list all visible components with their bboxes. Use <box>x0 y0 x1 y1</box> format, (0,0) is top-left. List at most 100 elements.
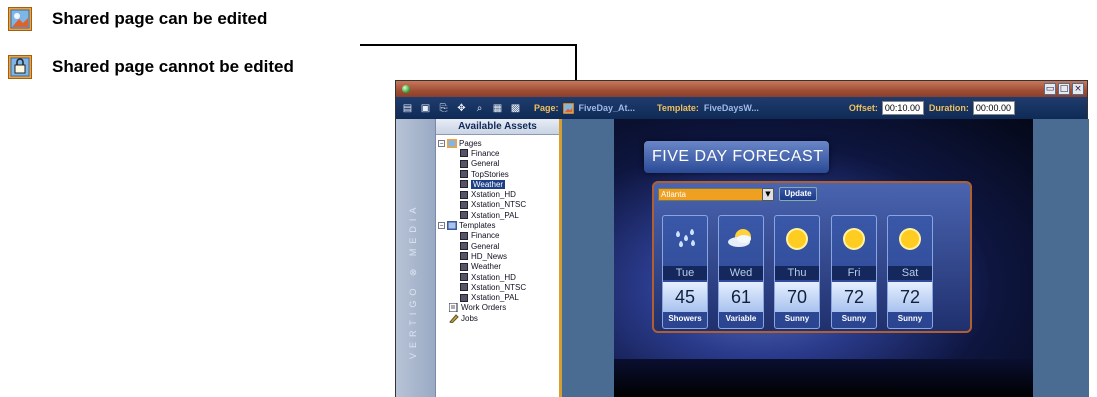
day-name: Fri <box>832 266 876 280</box>
preview-canvas: FIVE DAY FORECAST Atlanta ▼ Update Tue 4… <box>614 119 1033 397</box>
page-icon <box>460 200 468 209</box>
legend-editable-label: Shared page can be edited <box>52 9 268 28</box>
template-icon <box>460 231 468 240</box>
day-card: Fri 72 Sunny <box>831 215 877 329</box>
shared-editable-page-icon <box>447 138 457 148</box>
tree-item-jobs[interactable]: Jobs <box>438 313 559 323</box>
template-folder-icon <box>447 221 457 231</box>
shared-editable-page-icon <box>8 7 32 31</box>
day-card: Tue 45 Showers <box>662 215 708 329</box>
day-temp: 70 <box>775 282 819 312</box>
legend-locked-label: Shared page cannot be edited <box>52 57 294 76</box>
page-icon <box>460 159 468 168</box>
page-icon <box>460 170 468 179</box>
close-icon[interactable]: × <box>1072 83 1084 95</box>
tree-folder-templates[interactable]: − Templates <box>438 220 559 231</box>
preview-gutter-left <box>562 119 614 397</box>
duration-label: Duration: <box>928 103 969 113</box>
app-window: ▭ □ × ▤ ▣ ⎘ ✥ ⌕ ▦ ▩ Page: FiveDay_At... … <box>395 80 1089 397</box>
rain-icon <box>676 229 695 247</box>
template-icon <box>460 273 468 281</box>
page-icon <box>460 211 468 220</box>
page-icon <box>460 180 468 189</box>
day-name: Sat <box>888 266 932 280</box>
template-label: Template: <box>657 103 699 113</box>
new-page-icon[interactable]: ▤ <box>401 102 414 115</box>
template-icon <box>460 242 468 251</box>
tree-item[interactable]: Xstation_NTSC <box>438 282 559 292</box>
toolbar: ▤ ▣ ⎘ ✥ ⌕ ▦ ▩ Page: FiveDay_At... Templa… <box>396 97 1087 119</box>
template-icon <box>460 252 468 261</box>
collapse-icon[interactable]: − <box>438 222 445 230</box>
window-controls: ▭ □ × <box>1044 83 1084 95</box>
offset-label: Offset: <box>848 103 878 113</box>
tree-item-work-orders[interactable]: Work Orders <box>438 303 559 313</box>
tree-item[interactable]: General <box>438 159 559 169</box>
day-name: Wed <box>719 266 763 280</box>
search-icon[interactable]: ⌕ <box>473 102 486 115</box>
pencil-icon <box>449 313 459 323</box>
day-card: Sat 72 Sunny <box>887 215 933 329</box>
delete-icon[interactable]: ▩ <box>509 102 522 115</box>
day-condition: Sunny <box>841 314 867 323</box>
sun-icon <box>786 228 808 250</box>
offset-field[interactable]: 00:10.00 <box>881 101 924 115</box>
move-icon[interactable]: ✥ <box>455 102 468 115</box>
tree-item[interactable]: Xstation_PAL <box>438 292 559 302</box>
day-condition: Showers <box>668 314 702 323</box>
day-card: Wed 61 Variable <box>718 215 764 329</box>
tree-item[interactable]: Xstation_NTSC <box>438 200 559 210</box>
save-icon[interactable]: ▣ <box>419 102 432 115</box>
duration-field[interactable]: 00:00.00 <box>972 101 1015 115</box>
day-condition: Sunny <box>784 314 810 323</box>
tree-item[interactable]: TopStories <box>438 169 559 179</box>
template-icon <box>460 262 468 271</box>
collapse-icon[interactable]: − <box>438 139 445 147</box>
day-temp: 72 <box>832 282 876 312</box>
tree-item-selected[interactable]: Weather <box>438 179 559 189</box>
day-name: Thu <box>775 266 819 280</box>
canvas-floor <box>614 359 1033 397</box>
tree-item[interactable]: Xstation_HD <box>438 272 559 282</box>
legend-editable: Shared page can be edited <box>8 7 267 31</box>
work-orders-icon <box>449 303 458 313</box>
minimize-icon[interactable]: ▭ <box>1044 83 1056 95</box>
tree-item[interactable]: Finance <box>438 148 559 158</box>
asset-tree: − Pages Finance General TopStories Weath… <box>436 135 559 323</box>
tree-item[interactable]: Xstation_PAL <box>438 210 559 220</box>
brand-strip: VERTIGO ⊗ MEDIA <box>396 119 436 397</box>
day-temp: 61 <box>719 282 763 312</box>
partly-cloudy-icon <box>728 229 751 247</box>
page-value[interactable]: FiveDay_At... <box>579 103 636 113</box>
legend-locked: Shared page cannot be edited <box>8 55 294 79</box>
preview-gutter-right <box>1033 119 1089 397</box>
tree-item[interactable]: General <box>438 241 559 251</box>
brand-vertical-text: VERTIGO ⊗ MEDIA <box>408 202 418 360</box>
template-icon <box>460 283 468 292</box>
chevron-down-icon[interactable]: ▼ <box>762 188 774 201</box>
callout-line-vertical <box>575 44 577 82</box>
assets-header: Available Assets <box>436 119 559 135</box>
tree-item[interactable]: Xstation_HD <box>438 189 559 199</box>
template-value[interactable]: FiveDaysW... <box>704 103 759 113</box>
shared-editable-page-icon <box>562 102 574 114</box>
day-card: Thu 70 Sunny <box>774 215 820 329</box>
app-status-icon <box>402 85 410 93</box>
page-icon <box>460 190 468 199</box>
tree-folder-pages[interactable]: − Pages <box>438 138 559 148</box>
tree-item[interactable]: HD_News <box>438 251 559 261</box>
update-button[interactable]: Update <box>779 187 817 201</box>
tree-item[interactable]: Finance <box>438 231 559 241</box>
page-label: Page: <box>534 103 559 113</box>
city-select[interactable]: Atlanta <box>658 188 773 201</box>
callout-line <box>360 44 577 46</box>
template-icon <box>460 293 468 302</box>
title-bar[interactable]: ▭ □ × <box>396 81 1087 97</box>
sun-icon <box>843 228 865 250</box>
assets-panel: Available Assets − Pages Finance General… <box>436 119 562 397</box>
properties-icon[interactable]: ▦ <box>491 102 504 115</box>
copy-icon[interactable]: ⎘ <box>437 102 450 115</box>
day-temp: 72 <box>888 282 932 312</box>
tree-item[interactable]: Weather <box>438 262 559 272</box>
maximize-icon[interactable]: □ <box>1058 83 1070 95</box>
